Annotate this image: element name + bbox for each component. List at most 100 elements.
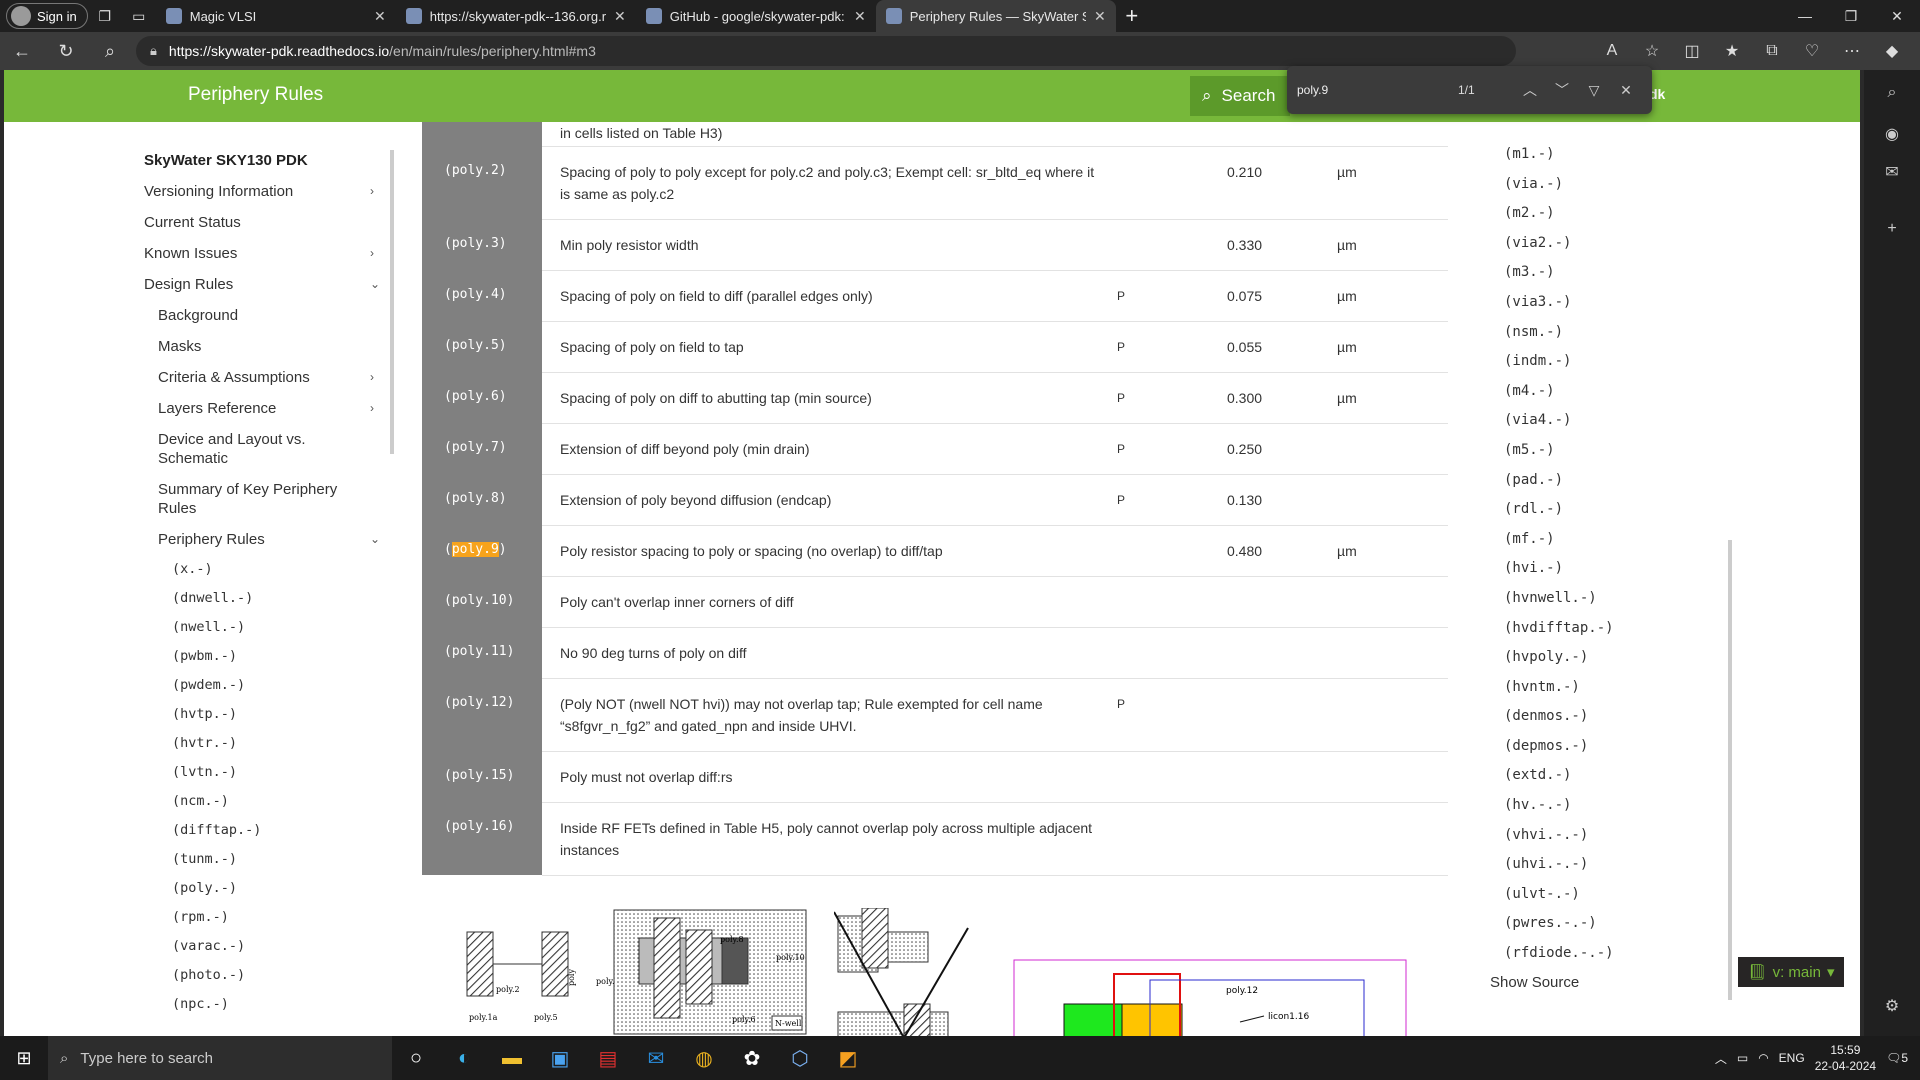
favorite-star-icon[interactable]: ☆ — [1632, 32, 1672, 70]
chevron-right-icon[interactable]: › — [370, 244, 384, 263]
browser-tab[interactable]: Magic VLSI ✕ — [156, 0, 396, 32]
search-icon[interactable]: ⌕ — [1864, 84, 1920, 102]
toc-item[interactable]: (hvnwell.-) — [1504, 584, 1614, 614]
toc-item[interactable]: (m1.-) — [1504, 140, 1614, 170]
browser-tab[interactable]: Periphery Rules — SkyWater SKY ✕ — [875, 0, 1116, 32]
tab-close-icon[interactable]: ✕ — [614, 8, 626, 25]
nav-item[interactable]: Current Status — [144, 207, 384, 238]
more-menu-icon[interactable]: ⋯ — [1832, 32, 1872, 70]
docs-search-input[interactable]: ⌕ Search — [1190, 76, 1290, 116]
toc-item[interactable]: (via4.-) — [1504, 406, 1614, 436]
nav-subitem[interactable]: (npc.-) — [144, 990, 384, 1019]
copilot-sidebar-icon[interactable]: ◉ — [1864, 124, 1920, 144]
nav-item[interactable]: Device and Layout vs. Schematic — [144, 424, 384, 474]
show-source-link[interactable]: Show Source — [1490, 974, 1579, 991]
nav-item[interactable]: Design Rules ⌄ — [144, 269, 384, 300]
close-window-icon[interactable]: ✕ — [1874, 0, 1920, 32]
toc-item[interactable]: (hvpoly.-) — [1504, 643, 1614, 673]
toc-item[interactable]: (m2.-) — [1504, 199, 1614, 229]
nav-subitem[interactable]: (lvtn.-) — [144, 758, 384, 787]
right-toc-scrollbar[interactable] — [1728, 540, 1732, 1000]
toc-item[interactable]: (depmos.-) — [1504, 732, 1614, 762]
nav-item[interactable]: Summary of Key Periphery Rules — [144, 474, 384, 524]
sign-in-button[interactable]: Sign in — [6, 3, 88, 29]
collections-icon[interactable]: ⧉ — [1752, 32, 1792, 70]
toc-item[interactable]: (m3.-) — [1504, 258, 1614, 288]
toc-item[interactable]: (uhvi.-.-) — [1504, 850, 1614, 880]
nav-item[interactable]: Periphery Rules ⌄ — [144, 524, 384, 555]
edge-browser-icon[interactable]: ◐ — [440, 1036, 488, 1080]
toc-item[interactable]: (pwres.-.-) — [1504, 909, 1614, 939]
new-tab-button[interactable]: + — [1116, 0, 1148, 32]
nav-item[interactable]: Layers Reference › — [144, 393, 384, 424]
toc-item[interactable]: (hv.-.-) — [1504, 791, 1614, 821]
toc-item[interactable]: (m4.-) — [1504, 377, 1614, 407]
read-aloud-icon[interactable]: A — [1592, 32, 1632, 70]
nav-subitem[interactable]: (pwdem.-) — [144, 671, 384, 700]
nav-item[interactable]: Known Issues › — [144, 238, 384, 269]
chevron-right-icon[interactable]: › — [370, 368, 384, 387]
toc-item[interactable]: (pad.-) — [1504, 466, 1614, 496]
toc-item[interactable]: (denmos.-) — [1504, 702, 1614, 732]
nav-subitem[interactable]: (tunm.-) — [144, 845, 384, 874]
toc-item[interactable]: (vhvi.-.-) — [1504, 821, 1614, 851]
search-icon[interactable]: ⌕ — [88, 32, 132, 70]
file-explorer-icon[interactable]: ▬ — [488, 1036, 536, 1080]
nav-subitem[interactable]: (photo.-) — [144, 961, 384, 990]
tab-actions-icon[interactable]: ▭ — [122, 0, 156, 32]
toc-item[interactable]: (hvntm.-) — [1504, 673, 1614, 703]
clock[interactable]: 15:59 22-04-2024 — [1815, 1042, 1876, 1074]
microsoft-store-icon[interactable]: ▣ — [536, 1036, 584, 1080]
minimize-icon[interactable]: — — [1782, 0, 1828, 32]
version-badge[interactable]: 📕︎ v: main ▾ — [1738, 957, 1844, 987]
task-view-icon[interactable]: ○ — [392, 1036, 440, 1080]
back-icon[interactable]: ← — [0, 32, 44, 70]
toc-item[interactable]: (via3.-) — [1504, 288, 1614, 318]
nav-item[interactable]: Background — [144, 300, 384, 331]
wifi-icon[interactable]: ◠ — [1758, 1051, 1768, 1065]
tab-close-icon[interactable]: ✕ — [374, 8, 386, 25]
nav-item[interactable]: Criteria & Assumptions › — [144, 362, 384, 393]
vlsi-tool-icon[interactable]: ✿ — [728, 1036, 776, 1080]
toc-item[interactable]: (via.-) — [1504, 170, 1614, 200]
find-next-icon[interactable]: ﹀ — [1546, 80, 1578, 100]
workspaces-icon[interactable]: ❐ — [88, 0, 122, 32]
browser-tab[interactable]: GitHub - google/skywater-pdk: C ✕ — [636, 0, 876, 32]
nav-subitem[interactable]: (pwbm.-) — [144, 642, 384, 671]
find-close-icon[interactable]: ✕ — [1610, 82, 1642, 99]
toc-item[interactable]: (ulvt-.-) — [1504, 880, 1614, 910]
nav-item[interactable]: Versioning Information › — [144, 176, 384, 207]
find-previous-icon[interactable]: ︿ — [1514, 80, 1546, 100]
find-input[interactable]: poly.9 — [1297, 83, 1458, 97]
nav-subitem[interactable]: (x.-) — [144, 555, 384, 584]
toc-item[interactable]: (mf.-) — [1504, 525, 1614, 555]
toc-item[interactable]: (via2.-) — [1504, 229, 1614, 259]
nav-item[interactable]: Masks — [144, 331, 384, 362]
nav-subitem[interactable]: (ncm.-) — [144, 787, 384, 816]
nav-subitem[interactable]: (hvtr.-) — [144, 729, 384, 758]
nav-subitem[interactable]: (difftap.-) — [144, 816, 384, 845]
copilot-icon[interactable]: ◆ — [1872, 32, 1912, 70]
outlook-icon[interactable]: ✉ — [1864, 162, 1920, 182]
nav-subitem[interactable]: (dnwell.-) — [144, 584, 384, 613]
nav-heading[interactable]: SkyWater SKY130 PDK — [144, 146, 384, 176]
toc-item[interactable]: (extd.-) — [1504, 761, 1614, 791]
toc-item[interactable]: (hvi.-) — [1504, 554, 1614, 584]
chrome-icon[interactable]: ◍ — [680, 1036, 728, 1080]
chevron-right-icon[interactable]: › — [370, 182, 384, 201]
taskbar-search[interactable]: ⌕ Type here to search — [48, 1036, 392, 1080]
restore-icon[interactable]: ❐ — [1828, 0, 1874, 32]
left-nav-scrollbar[interactable] — [390, 150, 394, 454]
toc-item[interactable]: (indm.-) — [1504, 347, 1614, 377]
mail-icon[interactable]: ✉ — [632, 1036, 680, 1080]
toc-item[interactable]: (m5.-) — [1504, 436, 1614, 466]
terminal-app-icon[interactable]: ◩ — [824, 1036, 872, 1080]
nav-subitem[interactable]: (nwell.-) — [144, 613, 384, 642]
tray-chevron-icon[interactable]: ︿ — [1715, 1050, 1727, 1067]
chevron-down-icon[interactable]: ⌄ — [370, 530, 384, 549]
favorites-icon[interactable]: ★ — [1712, 32, 1752, 70]
browser-essentials-icon[interactable]: ♡ — [1792, 32, 1832, 70]
toc-item[interactable]: (hvdifftap.-) — [1504, 614, 1614, 644]
language-indicator[interactable]: ENG — [1779, 1051, 1805, 1065]
toc-item[interactable]: (rdl.-) — [1504, 495, 1614, 525]
